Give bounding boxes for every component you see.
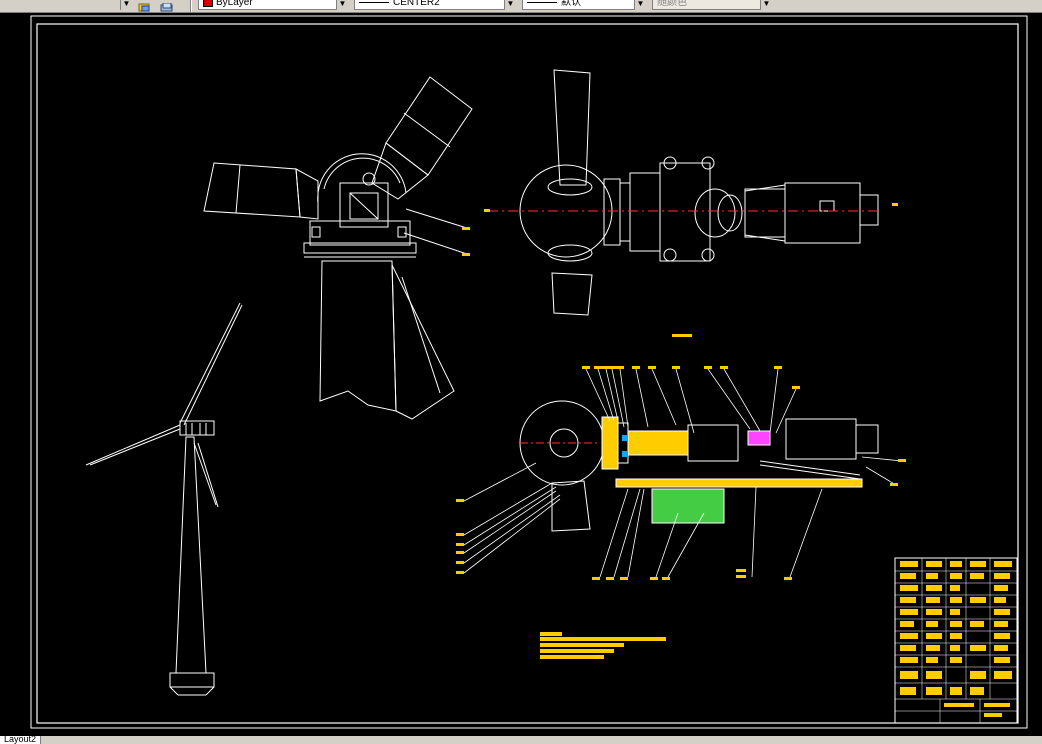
- top-view-lower-blade: [551, 272, 593, 316]
- section-generator: [785, 418, 857, 460]
- lineweight-sample: [527, 1, 557, 3]
- layer-dropdown-arrow[interactable]: ▼: [120, 0, 132, 10]
- title-block: [894, 557, 1018, 724]
- turbine-tower: [175, 436, 207, 674]
- section-view: [456, 366, 906, 580]
- section-base-frame: [615, 478, 863, 488]
- lower-blade: [319, 260, 397, 412]
- drawing-canvas[interactable]: [0, 13, 1042, 736]
- section-yaw-bearing: [651, 488, 725, 524]
- top-view-upper-blade: [553, 69, 591, 186]
- turbine-tower-view: [85, 302, 243, 696]
- section-flange: [601, 416, 619, 470]
- turbine-blade-up: [179, 302, 241, 424]
- hub-top-view: [484, 69, 898, 337]
- technical-notes: [540, 632, 666, 659]
- layout-status-bar: Layout2: [0, 736, 1042, 744]
- properties-toolbar: ▼ ByLayer ▼ CENTER2 ▼ 默认 ▼ 随颜色 ▼: [0, 0, 1042, 13]
- plotstyle-control[interactable]: 随颜色: [652, 0, 772, 10]
- color-value: ByLayer: [216, 0, 253, 8]
- lineweight-dropdown-arrow[interactable]: ▼: [634, 0, 646, 10]
- layer-state-icon[interactable]: [138, 0, 152, 12]
- turbine-blade-left: [85, 424, 181, 466]
- left-blade: [203, 162, 301, 218]
- color-swatch: [203, 0, 213, 7]
- linetype-sample: [359, 1, 389, 3]
- linetype-control[interactable]: CENTER2: [354, 0, 516, 10]
- toolbar-separator: [190, 0, 192, 12]
- section-main-shaft: [627, 430, 689, 456]
- drawing-frame: [36, 23, 1019, 724]
- top-view-generator: [784, 182, 861, 244]
- drawing-border: [30, 15, 1028, 729]
- color-dropdown-arrow[interactable]: ▼: [336, 0, 348, 10]
- linetype-dropdown-arrow[interactable]: ▼: [504, 0, 516, 10]
- layer-previous-icon[interactable]: [160, 0, 174, 12]
- plotstyle-dropdown-arrow[interactable]: ▼: [760, 0, 772, 10]
- linetype-value: CENTER2: [393, 0, 440, 8]
- lineweight-control[interactable]: 默认: [522, 0, 646, 10]
- lineweight-value: 默认: [561, 0, 581, 8]
- plotstyle-value: 随颜色: [657, 0, 687, 8]
- layout-tab[interactable]: Layout2: [0, 736, 42, 744]
- upper-blade: [385, 76, 473, 176]
- color-control[interactable]: ByLayer: [198, 0, 348, 10]
- hub-side-view: [203, 76, 473, 420]
